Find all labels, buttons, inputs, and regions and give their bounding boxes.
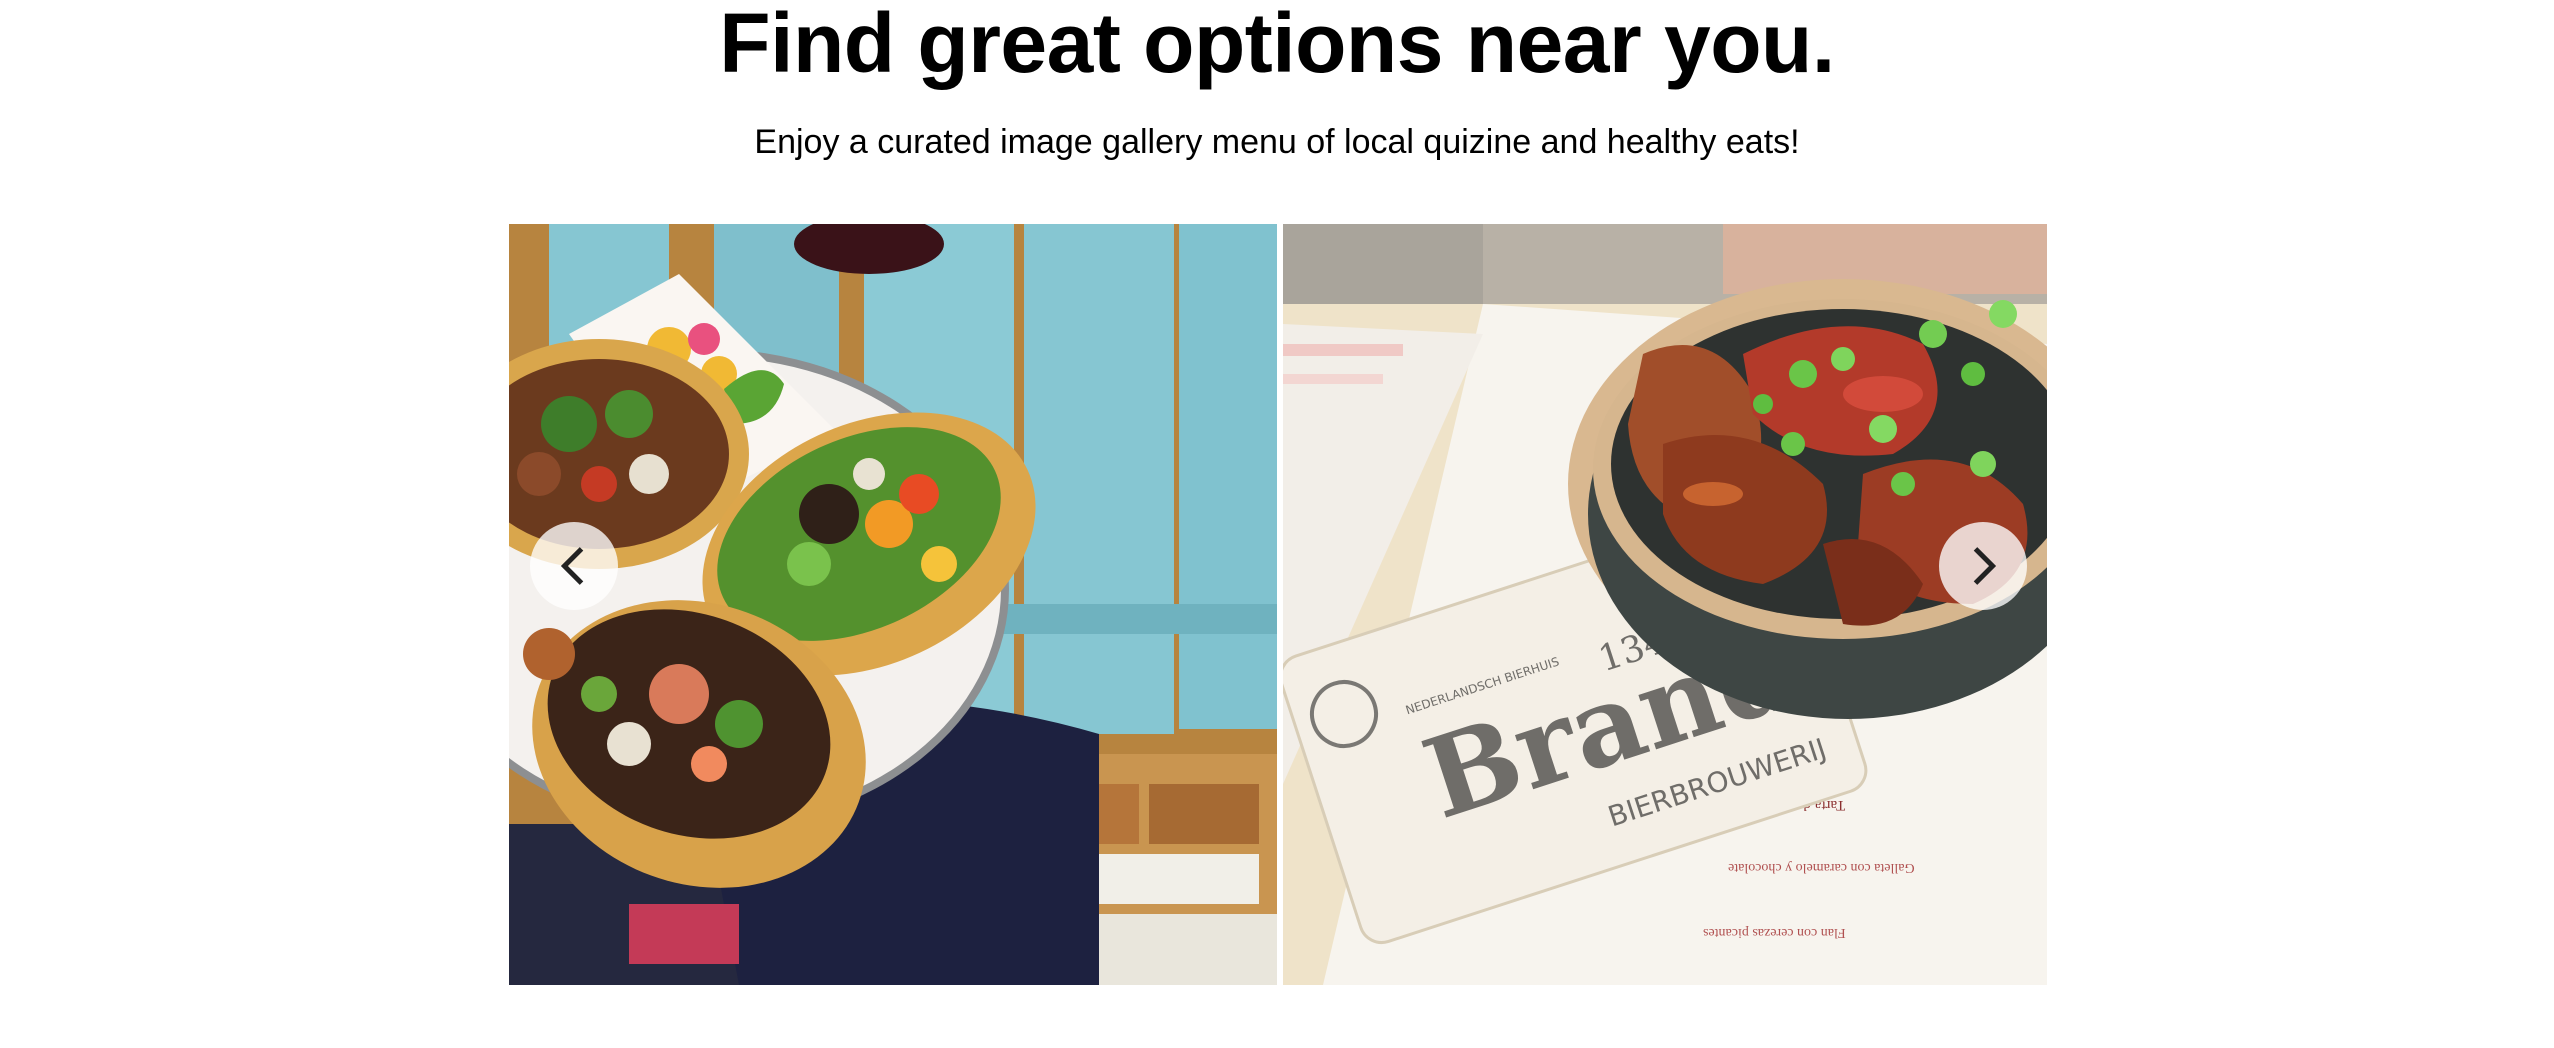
page-subtitle: Enjoy a curated image gallery menu of lo…	[754, 123, 1800, 161]
image-gallery: Tarta de limón Galleta con caramelo y ch…	[509, 224, 2047, 985]
page-title: Find great options near you.	[719, 0, 1835, 90]
menu-line-2: Galleta con caramelo y chocolate	[1728, 860, 1915, 875]
tacos-photo	[509, 224, 1277, 985]
chevron-left-icon	[560, 547, 584, 585]
chicken-bowl-photo: Tarta de limón Galleta con caramelo y ch…	[1283, 224, 2047, 985]
previous-slide-button[interactable]	[530, 522, 618, 610]
gallery-image-tacos[interactable]	[509, 224, 1277, 985]
gallery-image-chicken-bowl[interactable]: Tarta de limón Galleta con caramelo y ch…	[1283, 224, 2047, 985]
chevron-right-icon	[1973, 547, 1997, 585]
page: Find great options near you. Enjoy a cur…	[0, 0, 2554, 1048]
menu-line-3: Flan con cerezas picantes	[1703, 925, 1846, 940]
next-slide-button[interactable]	[1939, 522, 2027, 610]
